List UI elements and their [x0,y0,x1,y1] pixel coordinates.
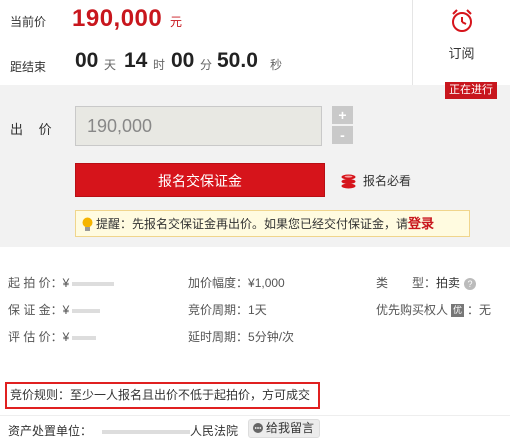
countdown-seconds-unit: 秒 [270,58,283,72]
bidding-rule: 竞价规则：至少一人报名且出价不低于起拍价，方可成交 [5,382,320,409]
redacted-value [72,308,101,313]
type-row: 类 型：拍卖? [376,274,477,291]
register-deposit-button[interactable]: 报名交保证金 [75,163,325,197]
start-price-value: ¥ [62,276,70,290]
appraisal-row: 评 估 价：¥ [8,328,97,345]
login-reminder: 提醒：先报名交保证金再出价。如果您已经交付保证金，请登录 [75,210,470,237]
countdown-minutes: 00 [171,49,195,72]
cycle-label: 竞价周期： [188,303,249,317]
increment-label: 加价幅度： [188,276,249,290]
priority-row: 优先购买权人优：无 [376,301,491,318]
increment-row: 加价幅度：¥1,000 [188,274,285,291]
countdown-minutes-unit: 分 [200,58,213,72]
priority-badge-icon: 优 [451,304,465,318]
redacted-value [72,281,115,286]
lightbulb-icon [82,217,93,232]
deposit-label: 保 证 金： [8,303,63,317]
type-value: 拍卖 [436,276,461,290]
alarm-clock-icon [451,9,472,32]
countdown-seconds: 50.0 [217,49,258,72]
priority-value: ：无 [467,303,492,317]
divider [0,415,510,416]
extension-label: 延时周期： [188,330,249,344]
help-icon[interactable]: ? [464,277,477,290]
countdown-hours: 14 [124,49,148,72]
extension-row: 延时周期：5分钟/次 [188,328,294,345]
countdown-days-unit: 天 [104,58,117,72]
bid-panel: 正在进行 出 价 190,000 + - 报名交保证金 报名必看 提醒：先报名交… [0,82,510,247]
countdown-label: 距结束 [10,60,47,74]
must-read-label: 报名必看 [363,174,412,188]
start-price-label: 起 拍 价： [8,276,63,290]
coins-icon [341,174,356,189]
cycle-value: 1天 [248,303,267,317]
leave-message-button[interactable]: 给我留言 [248,419,321,438]
asset-disposal-unit: 资产处置单位： 人民法院 [8,422,238,439]
price-header: 当前价 190,000 元 距结束 00 天 14 时 00 分 50.0 秒 … [0,0,510,85]
decrease-bid-button[interactable]: - [332,126,353,144]
owner-value: 人民法院 [190,424,239,438]
subscribe-button[interactable]: 订阅 [412,0,510,85]
countdown-hours-unit: 时 [153,58,166,72]
current-price-label: 当前价 [10,15,47,29]
countdown-days: 00 [75,49,99,72]
appraisal-label: 评 估 价： [8,330,63,344]
owner-label: 资产处置单位： [8,424,93,438]
start-price-row: 起 拍 价：¥ [8,274,115,291]
bid-price-input[interactable]: 190,000 [75,106,322,146]
redacted-value [72,335,97,340]
redacted-value [102,429,191,434]
chat-bubble-icon [253,423,263,434]
extension-value: 5分钟/次 [248,330,295,344]
current-price: 190,000 [72,5,163,32]
type-label: 类 型： [376,276,437,290]
cycle-row: 竞价周期：1天 [188,301,267,318]
deposit-row: 保 证 金：¥ [8,301,101,318]
increment-value: ¥1,000 [248,276,285,290]
appraisal-value: ¥ [62,330,70,344]
reminder-text: 提醒：先报名交保证金再出价。如果您已经交付保证金，请 [96,217,409,231]
bid-label: 出 价 [10,122,58,137]
deposit-value: ¥ [62,303,70,317]
must-read-link[interactable]: 报名必看 [340,172,411,189]
subscribe-label: 订阅 [448,46,475,61]
status-badge: 正在进行 [445,82,497,99]
message-button-label: 给我留言 [266,421,315,435]
increase-bid-button[interactable]: + [332,106,353,124]
priority-label: 优先购买权人 [376,303,449,317]
price-unit: 元 [170,15,183,29]
login-link[interactable]: 登录 [408,216,434,231]
